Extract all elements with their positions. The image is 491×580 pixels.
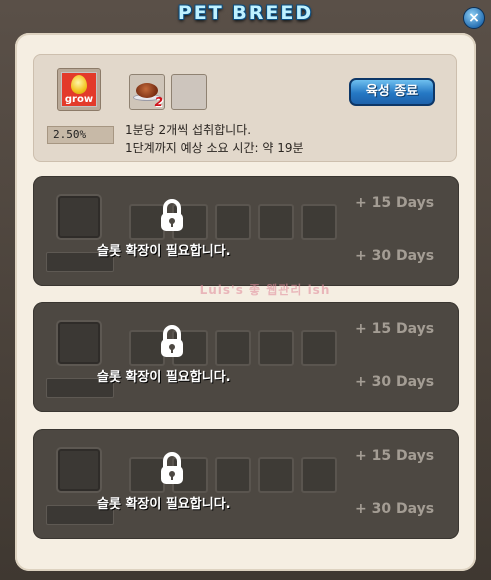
extend-30-days-button[interactable]: + 30 Days	[355, 501, 434, 517]
window-title: PET BREED	[177, 2, 314, 24]
locked-slot-3: 슬롯 확장이 필요합니다. + 15 Days + 30 Days	[33, 429, 459, 539]
extend-15-days-button[interactable]: + 15 Days	[355, 195, 434, 211]
slot-expansion-message: 슬롯 확장이 필요합니다.	[97, 370, 231, 385]
consumption-info: 1분당 2개씩 섭취합니다.	[125, 123, 252, 137]
food-slot-empty[interactable]	[171, 74, 207, 110]
pet-slot[interactable]: grow	[57, 68, 101, 111]
lock-icon	[161, 325, 183, 357]
food-slot-locked	[258, 330, 294, 366]
slot-expansion-message: 슬롯 확장이 필요합니다.	[97, 497, 231, 512]
locked-slot-1: 슬롯 확장이 필요합니다. + 15 Days + 30 Days	[33, 176, 459, 286]
watermark: Luis's 좋 웹관리 ish	[199, 283, 331, 297]
pet-slot-locked	[56, 320, 102, 366]
extend-15-days-button[interactable]: + 15 Days	[355, 321, 434, 337]
lock-icon	[161, 452, 183, 484]
grow-label: grow	[64, 94, 94, 105]
extend-30-days-button[interactable]: + 30 Days	[355, 248, 434, 264]
food-slot-locked	[301, 330, 337, 366]
food-slot-locked	[215, 330, 251, 366]
food-count: 2	[154, 95, 163, 109]
slot-expansion-message: 슬롯 확장이 필요합니다.	[97, 244, 231, 259]
extend-30-days-button[interactable]: + 30 Days	[355, 374, 434, 390]
close-button[interactable]: ×	[463, 7, 485, 29]
food-slot-locked	[215, 457, 251, 493]
grow-egg-icon: grow	[61, 72, 97, 107]
breeding-status-box: grow 2.50% 2 1분당 2개씩 섭취합니다. 1단계까지 예상 소요 …	[33, 54, 457, 162]
lock-icon	[161, 199, 183, 231]
food-slot-locked	[258, 457, 294, 493]
growth-percent: 2.50%	[47, 126, 114, 144]
pet-slot-locked	[56, 447, 102, 493]
food-slot-locked	[258, 204, 294, 240]
pet-breed-window: PET BREED × grow 2.50% 2 1분당 2개씩 섭취합니다. …	[0, 0, 491, 580]
estimated-time-info: 1단계까지 예상 소요 시간: 약 19분	[125, 141, 304, 155]
food-slot-locked	[215, 204, 251, 240]
food-slot-locked	[301, 457, 337, 493]
pet-slot-locked	[56, 194, 102, 240]
content-panel: grow 2.50% 2 1분당 2개씩 섭취합니다. 1단계까지 예상 소요 …	[15, 33, 476, 571]
egg-icon	[71, 75, 87, 94]
food-slot-locked	[301, 204, 337, 240]
food-slot[interactable]: 2	[129, 74, 165, 110]
extend-15-days-button[interactable]: + 15 Days	[355, 448, 434, 464]
end-breeding-button[interactable]: 육성 종료	[349, 78, 435, 106]
locked-slot-2: 슬롯 확장이 필요합니다. + 15 Days + 30 Days	[33, 302, 459, 412]
